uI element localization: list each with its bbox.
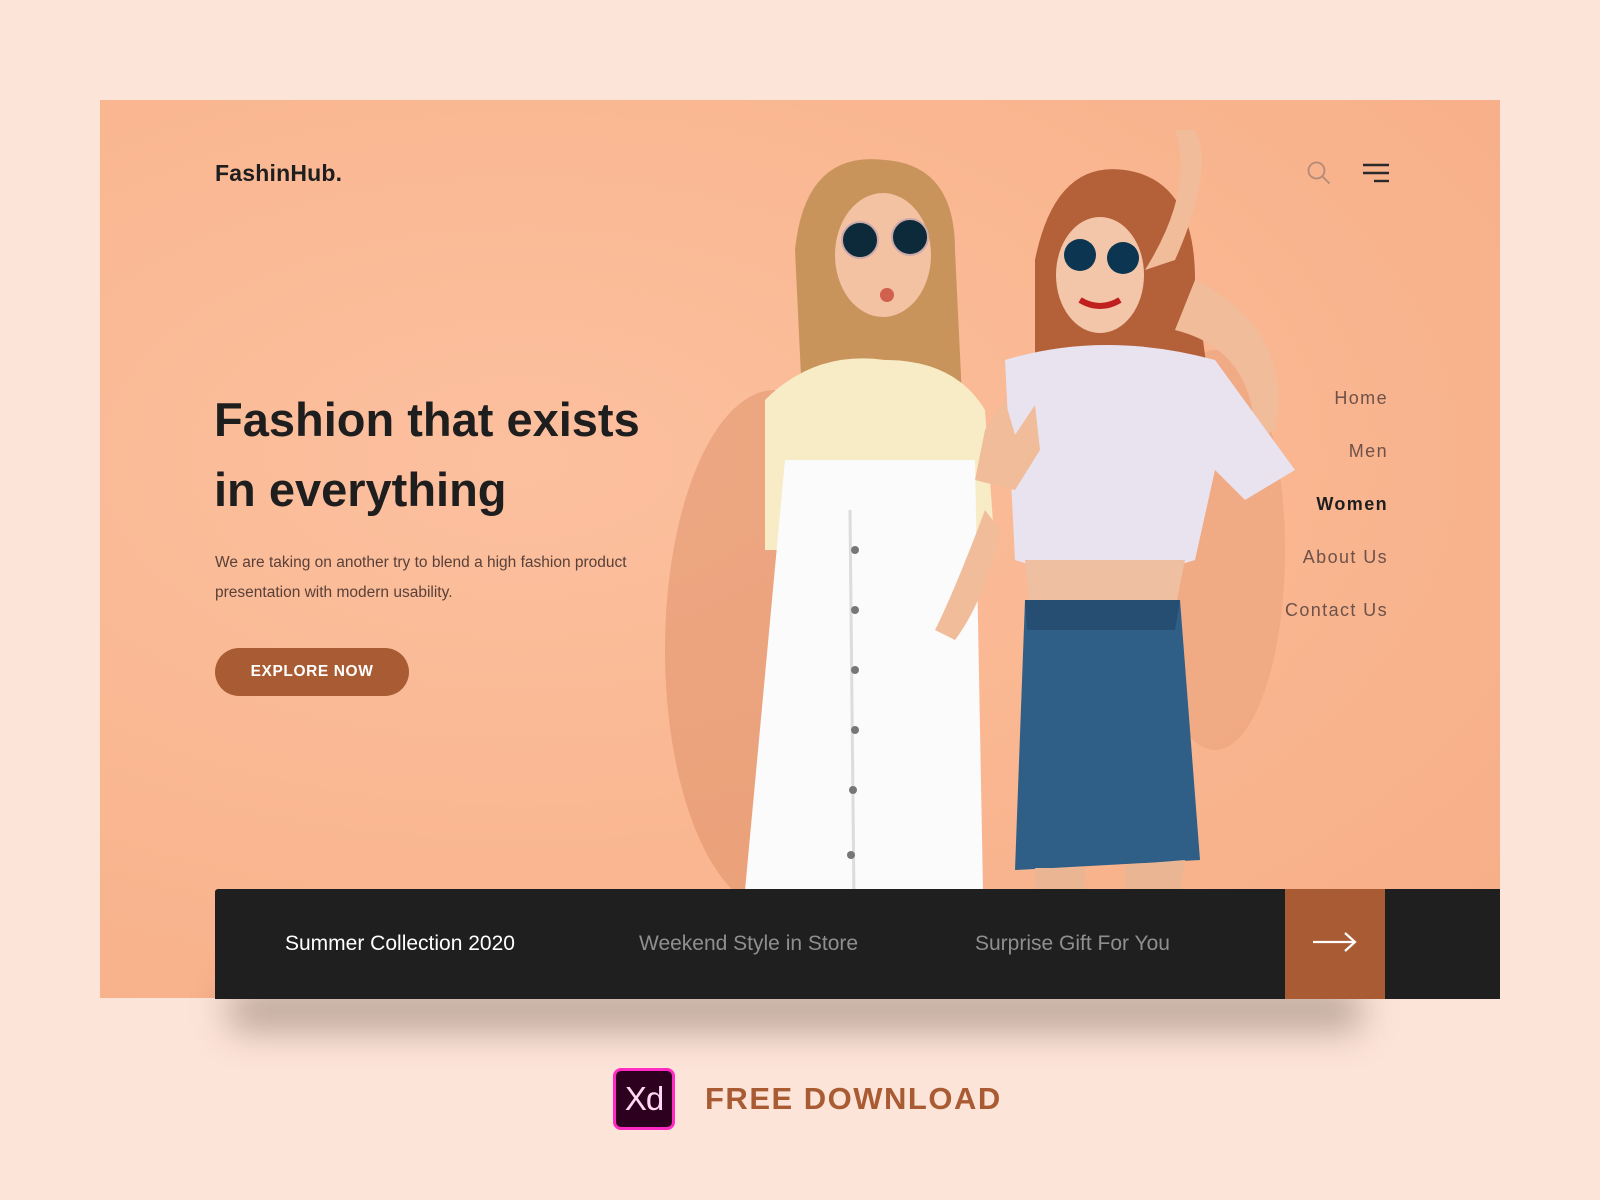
- brand-logo[interactable]: FashinHub.: [215, 160, 342, 187]
- promo-item-weekend-style[interactable]: Weekend Style in Store: [639, 932, 858, 956]
- nav-item-home[interactable]: Home: [1285, 388, 1388, 441]
- nav-item-contact-us[interactable]: Contact Us: [1285, 600, 1388, 653]
- hero-section: FashinHub. Fashion that exists in everyt…: [100, 100, 1500, 998]
- promo-next-button[interactable]: [1285, 889, 1385, 999]
- free-download-label[interactable]: FREE DOWNLOAD: [705, 1081, 1002, 1117]
- side-navigation: Home Men Women About Us Contact Us: [1285, 388, 1388, 653]
- explore-now-button[interactable]: EXPLORE NOW: [215, 648, 409, 696]
- search-icon[interactable]: [1306, 160, 1332, 191]
- hero-photo: [655, 130, 1375, 998]
- nav-item-women[interactable]: Women: [1285, 494, 1388, 547]
- promo-item-summer-collection[interactable]: Summer Collection 2020: [285, 932, 515, 956]
- hero-headline: Fashion that exists in everything: [214, 385, 774, 525]
- headline-line-2: in everything: [214, 463, 507, 516]
- hero-subtext: We are taking on another try to blend a …: [215, 554, 627, 601]
- arrow-right-icon: [1312, 931, 1358, 958]
- headline-line-1: Fashion that exists: [214, 393, 640, 446]
- nav-item-men[interactable]: Men: [1285, 441, 1388, 494]
- nav-item-about-us[interactable]: About Us: [1285, 547, 1388, 600]
- free-download[interactable]: Xd FREE DOWNLOAD: [613, 1068, 1002, 1130]
- promo-item-surprise-gift[interactable]: Surprise Gift For You: [975, 932, 1170, 956]
- header-actions: [1306, 160, 1390, 191]
- menu-icon[interactable]: [1362, 162, 1390, 189]
- promo-bar: Summer Collection 2020 Weekend Style in …: [215, 889, 1500, 999]
- adobe-xd-icon: Xd: [613, 1068, 675, 1130]
